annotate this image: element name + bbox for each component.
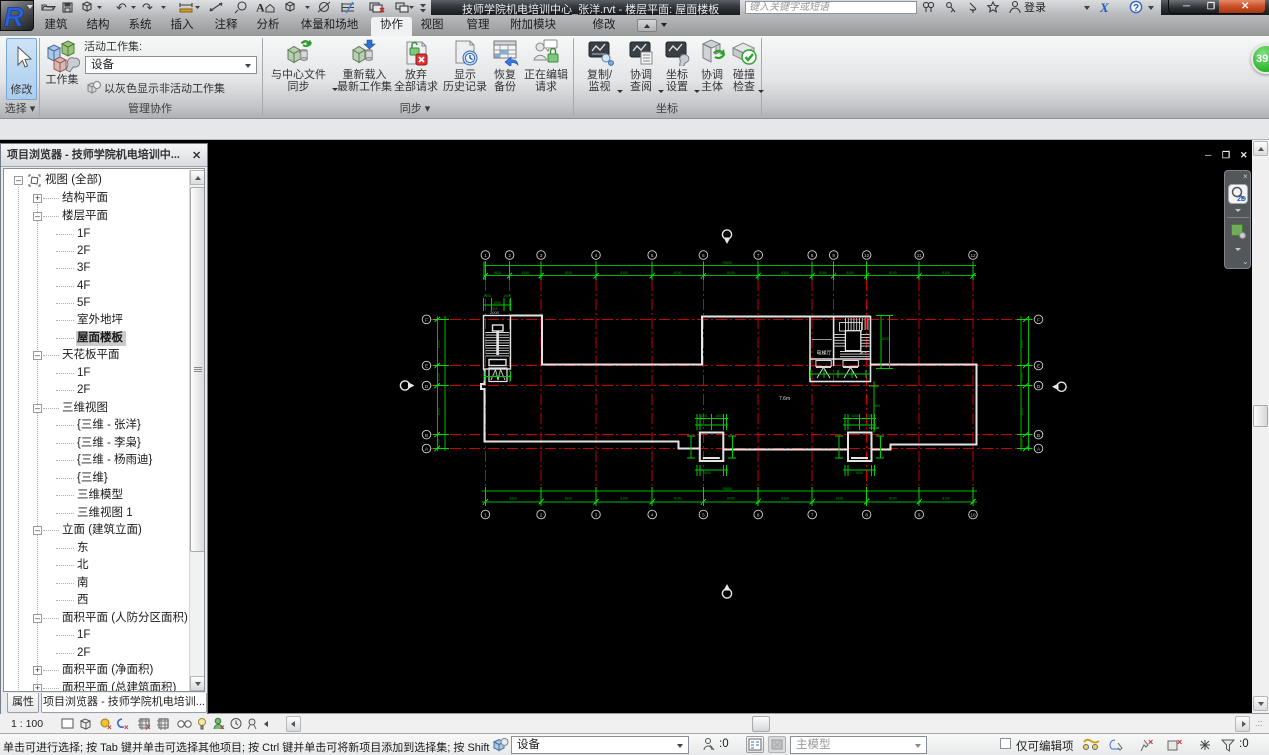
svg-text:登录: 登录 [1024, 0, 1046, 14]
svg-text:8100: 8100 [727, 497, 735, 501]
svg-text:1500: 1500 [503, 294, 511, 298]
svg-text:1500: 1500 [855, 471, 863, 475]
svg-text:1500: 1500 [493, 373, 501, 377]
svg-text:2: 2 [540, 513, 543, 518]
svg-text:2000: 2000 [490, 310, 500, 315]
svg-text:8100: 8100 [437, 439, 441, 447]
svg-text:4: 4 [595, 253, 598, 258]
svg-text:1: 1 [484, 513, 487, 518]
svg-text:11: 11 [917, 253, 922, 258]
svg-text:A: A [256, 1, 265, 15]
svg-text:6: 6 [757, 513, 760, 518]
svg-text:1500: 1500 [851, 414, 859, 418]
svg-text:8100: 8100 [437, 340, 441, 348]
svg-text:8100: 8100 [494, 271, 502, 275]
svg-text:8100: 8100 [846, 271, 854, 275]
svg-text:8100: 8100 [889, 271, 897, 275]
svg-text:电梯厅: 电梯厅 [817, 350, 832, 357]
svg-text:8100: 8100 [565, 271, 573, 275]
svg-text:8100: 8100 [522, 271, 530, 275]
svg-text:B: B [425, 433, 428, 438]
svg-text:5: 5 [651, 253, 654, 258]
svg-text:8100: 8100 [620, 497, 628, 501]
svg-text:9: 9 [832, 253, 835, 258]
svg-text:5: 5 [702, 513, 705, 518]
svg-text:8100: 8100 [889, 497, 897, 501]
svg-text:↶: ↶ [116, 0, 127, 15]
svg-text:B: B [1037, 433, 1040, 438]
svg-text:8100: 8100 [782, 271, 790, 275]
svg-text:1500: 1500 [881, 337, 889, 341]
svg-text:8100: 8100 [437, 373, 441, 381]
svg-text:1500: 1500 [873, 404, 881, 408]
svg-text:76500: 76500 [722, 487, 732, 491]
svg-text:8100: 8100 [836, 497, 844, 501]
svg-text:1500: 1500 [715, 414, 723, 418]
svg-text:10: 10 [864, 253, 870, 258]
svg-text:2: 2 [508, 253, 511, 258]
svg-text:12: 12 [970, 253, 976, 258]
svg-text:?: ? [1133, 3, 1139, 14]
svg-text:8: 8 [865, 513, 868, 518]
svg-text:×: × [146, 723, 151, 732]
svg-text:8: 8 [811, 253, 814, 258]
svg-text:8100: 8100 [1020, 408, 1024, 416]
svg-text:9: 9 [918, 513, 921, 518]
svg-text:E: E [425, 364, 428, 369]
svg-text:8100: 8100 [942, 497, 950, 501]
svg-text:2D: 2D [1237, 196, 1246, 203]
svg-text:8100: 8100 [620, 271, 628, 275]
svg-text:8100: 8100 [942, 271, 950, 275]
svg-text:7: 7 [757, 253, 760, 258]
svg-text:X: X [1099, 0, 1109, 15]
svg-text:8100: 8100 [674, 271, 682, 275]
svg-text:F: F [1037, 318, 1040, 323]
svg-text:R: R [4, 2, 24, 30]
svg-text:↷: ↷ [142, 0, 153, 15]
svg-text:7: 7 [811, 513, 814, 518]
svg-text:1500: 1500 [493, 301, 501, 305]
svg-text:×: × [1177, 737, 1182, 747]
svg-text:×: × [124, 723, 129, 732]
svg-text:8100: 8100 [1020, 340, 1024, 348]
svg-text:1500: 1500 [699, 414, 707, 418]
svg-text:1: 1 [484, 253, 487, 258]
svg-text:8100: 8100 [819, 271, 827, 275]
svg-text:1500: 1500 [865, 414, 873, 418]
svg-text:8100: 8100 [437, 408, 441, 416]
svg-text:8100: 8100 [1020, 439, 1024, 447]
svg-text:1500: 1500 [703, 471, 711, 475]
svg-text:8100: 8100 [565, 497, 573, 501]
svg-text:7.6m: 7.6m [779, 396, 790, 402]
svg-text:3: 3 [540, 253, 543, 258]
svg-text:8100: 8100 [727, 271, 735, 275]
svg-text:6: 6 [702, 253, 705, 258]
svg-text:3: 3 [595, 513, 598, 518]
svg-text:8100: 8100 [674, 497, 682, 501]
svg-text:4: 4 [651, 513, 654, 518]
svg-text:×: × [107, 723, 112, 732]
svg-text:76500: 76500 [722, 261, 732, 265]
svg-text:×: × [1148, 737, 1153, 747]
svg-text:1500: 1500 [483, 294, 491, 298]
svg-text:×: × [220, 723, 225, 732]
svg-text:8100: 8100 [1020, 373, 1024, 381]
svg-text:E: E [1037, 364, 1040, 369]
svg-text:F: F [425, 318, 428, 323]
svg-text:10: 10 [970, 513, 976, 518]
svg-text:8100: 8100 [510, 497, 518, 501]
svg-text:8100: 8100 [782, 497, 790, 501]
